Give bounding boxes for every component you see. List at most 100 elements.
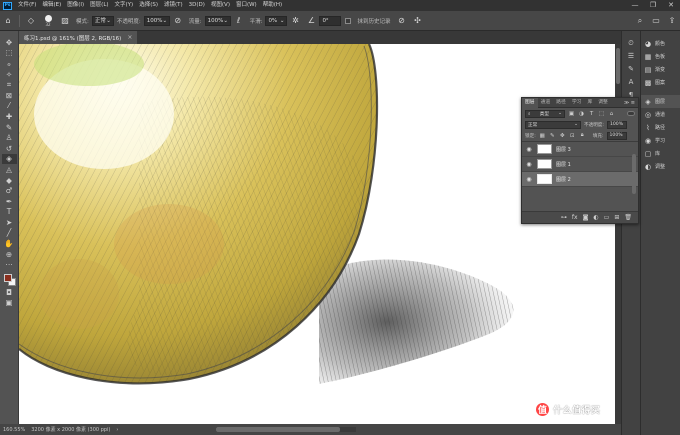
pen-tool-icon[interactable]: ✒ xyxy=(2,196,17,207)
eye-icon[interactable]: ◉ xyxy=(525,161,533,168)
dock-item-swatches[interactable]: ▦ 色板 xyxy=(641,50,680,63)
gear-icon[interactable]: ✲ xyxy=(289,15,301,27)
dock-item-libraries[interactable]: ▢ 库 xyxy=(641,147,680,160)
pressure-opacity-icon[interactable]: ⊘ xyxy=(172,15,184,27)
clone-stamp-tool-icon[interactable]: ♙ xyxy=(2,132,17,143)
opacity-input[interactable]: 100% ⌄ xyxy=(143,15,170,26)
pressure-size-icon[interactable]: ⊘ xyxy=(395,15,407,27)
share-icon[interactable]: ⇪ xyxy=(666,15,678,27)
lock-artboard-icon[interactable]: ⊡ xyxy=(569,133,576,139)
healing-brush-tool-icon[interactable]: ✚ xyxy=(2,111,17,122)
dock-item-layers[interactable]: ◈ 图层 xyxy=(641,95,680,108)
history-panel-icon[interactable]: ⏲ xyxy=(624,37,638,49)
eyedropper-tool-icon[interactable]: ⁄ xyxy=(2,101,17,112)
close-window-button[interactable]: ✕ xyxy=(662,0,680,11)
magic-wand-tool-icon[interactable]: ✧ xyxy=(2,69,17,80)
menu-help[interactable]: 帮助(H) xyxy=(260,0,285,11)
eraser-tool-icon[interactable]: ◈ xyxy=(1,153,17,165)
vertical-scroll-thumb[interactable] xyxy=(616,48,620,84)
status-chevron-icon[interactable]: › xyxy=(116,427,118,433)
zoom-level[interactable]: 160.55% xyxy=(3,427,25,433)
brush-settings-icon[interactable]: ▨ xyxy=(59,15,71,27)
trash-icon[interactable]: 🗑︎ xyxy=(624,214,632,221)
menu-filter[interactable]: 滤镜(T) xyxy=(161,0,186,11)
horizontal-scroll-thumb[interactable] xyxy=(216,427,341,432)
flow-input[interactable]: 100% ⌄ xyxy=(204,15,231,26)
filter-pixel-icon[interactable]: ▣ xyxy=(568,111,575,117)
filter-adjust-icon[interactable]: ◑ xyxy=(578,111,585,117)
screen-mode-icon[interactable]: ▣ xyxy=(2,298,17,309)
crop-tool-icon[interactable]: ⌗ xyxy=(2,79,17,90)
type-tool-icon[interactable]: T xyxy=(2,207,17,218)
filter-type-icon[interactable]: T xyxy=(588,111,595,117)
menu-image[interactable]: 图像(I) xyxy=(64,0,87,11)
more-tools-icon[interactable]: ⋯ xyxy=(2,259,17,270)
close-tab-icon[interactable]: × xyxy=(127,34,132,41)
line-tool-icon[interactable]: ╱ xyxy=(2,228,17,239)
menu-view[interactable]: 视图(V) xyxy=(208,0,233,11)
brush-preset-picker[interactable]: 32 xyxy=(41,14,55,28)
lock-image-icon[interactable]: ✎ xyxy=(549,133,556,139)
tab-libraries[interactable]: 库 xyxy=(584,98,595,108)
menu-type[interactable]: 文字(Y) xyxy=(112,0,137,11)
blend-mode-select[interactable]: 正常 ⌄ xyxy=(525,120,581,129)
dock-item-patterns[interactable]: ▩ 图案 xyxy=(641,76,680,89)
adjustment-layer-icon[interactable]: ◐ xyxy=(593,214,598,221)
tab-layers[interactable]: 图层 xyxy=(522,97,538,108)
panel-menu-icon[interactable]: ≫ ≡ xyxy=(624,100,638,106)
move-tool-icon[interactable]: ✥ xyxy=(2,37,17,48)
layers-scrollbar[interactable] xyxy=(632,154,636,194)
menu-window[interactable]: 窗口(W) xyxy=(233,0,260,11)
blur-tool-icon[interactable]: ◆ xyxy=(2,175,17,186)
mode-select[interactable]: 正常 ⌄ xyxy=(91,15,114,26)
fill-input[interactable]: 100% xyxy=(606,131,627,140)
color-swatches[interactable] xyxy=(2,272,17,287)
airbrush-icon[interactable]: ℓ xyxy=(233,15,245,27)
dock-item-paths[interactable]: ⌇ 路径 xyxy=(641,121,680,134)
workspace-icon[interactable]: ▭ xyxy=(650,15,662,27)
smooth-input[interactable]: 0% ⌄ xyxy=(265,15,288,26)
filter-shape-icon[interactable]: ⬚ xyxy=(598,111,605,117)
fx-icon[interactable]: fx xyxy=(572,214,578,221)
menu-edit[interactable]: 编辑(E) xyxy=(39,0,64,11)
character-panel-icon[interactable]: A xyxy=(624,76,638,88)
layer-row[interactable]: ◉ 图层 3 xyxy=(522,142,638,157)
dock-item-channels[interactable]: ◎ 通道 xyxy=(641,108,680,121)
tab-adjustments[interactable]: 调整 xyxy=(595,98,611,108)
minimize-button[interactable]: — xyxy=(626,0,644,11)
brush-panel-icon[interactable]: ✎ xyxy=(624,63,638,75)
history-brush-tool-icon[interactable]: ↺ xyxy=(2,143,17,154)
lock-position-icon[interactable]: ✥ xyxy=(559,133,566,139)
layer-filter-select[interactable]: ⌕ 类型 ⌄ xyxy=(525,109,565,118)
menu-3d[interactable]: 3D(D) xyxy=(186,0,208,11)
erase-history-checkbox[interactable] xyxy=(345,17,352,24)
layer-opacity-input[interactable]: 100% xyxy=(606,120,627,129)
search-icon[interactable]: ⌕ xyxy=(634,15,646,27)
quick-mask-icon[interactable]: ◘ xyxy=(2,287,17,298)
maximize-button[interactable]: ❐ xyxy=(644,0,662,11)
menu-layer[interactable]: 图层(L) xyxy=(87,0,111,11)
dock-item-adjustments[interactable]: ◐ 调整 xyxy=(641,160,680,173)
menu-select[interactable]: 选择(S) xyxy=(136,0,161,11)
marquee-tool-icon[interactable]: ⬚ xyxy=(2,48,17,59)
eye-icon[interactable]: ◉ xyxy=(525,146,533,153)
menu-file[interactable]: 文件(F) xyxy=(15,0,39,11)
hand-tool-icon[interactable]: ✋ xyxy=(2,238,17,249)
new-layer-icon[interactable]: ⊞ xyxy=(614,214,619,221)
brush-tool-icon[interactable]: ✎ xyxy=(2,122,17,133)
frame-tool-icon[interactable]: ⊠ xyxy=(2,90,17,101)
layer-row-selected[interactable]: ◉ 图层 2 xyxy=(522,172,638,187)
paint-bucket-tool-icon[interactable]: ◬ xyxy=(2,164,17,175)
document-tab[interactable]: 练习1.psd @ 161% (图层 2, RGB/16) × xyxy=(19,31,138,44)
path-selection-tool-icon[interactable]: ➤ xyxy=(2,217,17,228)
tab-learn[interactable]: 学习 xyxy=(569,98,585,108)
eraser-preset-icon[interactable]: ◇ xyxy=(25,15,37,27)
properties-panel-icon[interactable]: ☰ xyxy=(624,50,638,62)
dock-item-learn[interactable]: ◉ 学习 xyxy=(641,134,680,147)
tab-channels[interactable]: 通道 xyxy=(538,98,554,108)
zoom-tool-icon[interactable]: ⊕ xyxy=(2,249,17,260)
link-layers-icon[interactable]: ⊶ xyxy=(561,214,567,221)
dodge-tool-icon[interactable]: ♂ xyxy=(2,185,17,196)
lasso-tool-icon[interactable]: ℴ xyxy=(2,58,17,69)
dock-item-color[interactable]: ◕ 颜色 xyxy=(641,37,680,50)
